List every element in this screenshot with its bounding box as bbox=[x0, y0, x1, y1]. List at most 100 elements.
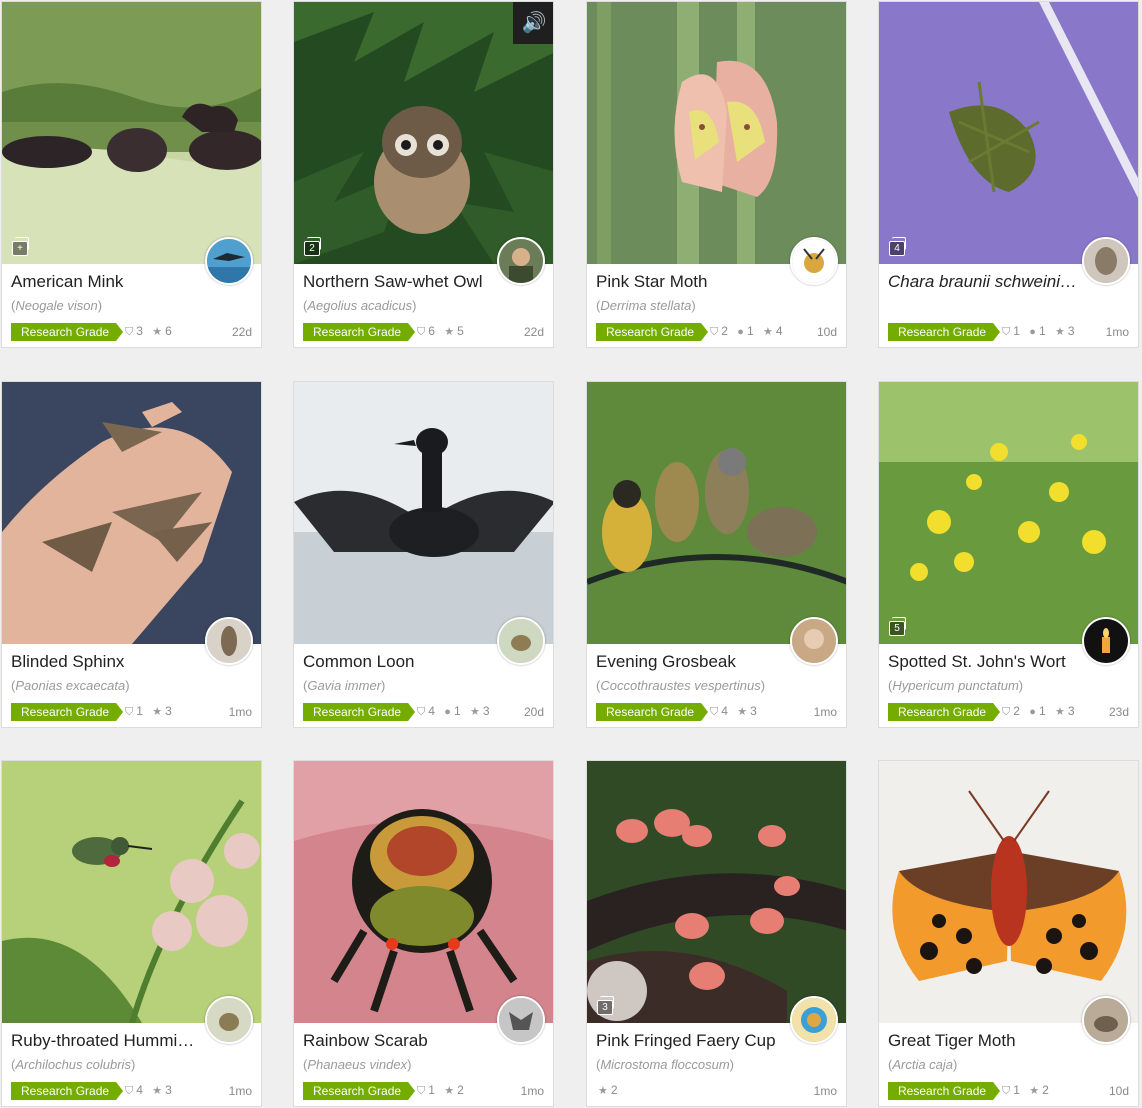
common-name[interactable]: Spotted St. John's Wort bbox=[888, 652, 1078, 672]
speech-bubble-icon: ● bbox=[1029, 326, 1036, 338]
observation-card[interactable]: 🔊 2 Northern Saw-whet Owl (Aegolius acad… bbox=[293, 1, 554, 348]
user-avatar[interactable] bbox=[205, 617, 253, 665]
shield-icon: ⛉ bbox=[1002, 1085, 1011, 1097]
fave-count: 4 bbox=[775, 324, 783, 338]
observation-age: 1mo bbox=[813, 1084, 837, 1098]
observation-photo[interactable]: 4 bbox=[879, 2, 1138, 264]
photo-count-badge: 2 bbox=[304, 237, 321, 256]
scientific-name: (Hypericum punctatum) bbox=[888, 678, 1024, 693]
observation-age: 1mo bbox=[520, 1084, 544, 1098]
user-avatar[interactable] bbox=[205, 996, 253, 1044]
speaker-icon[interactable]: 🔊 bbox=[513, 2, 553, 44]
common-name[interactable]: American Mink bbox=[11, 272, 201, 292]
id-count: 4 bbox=[428, 704, 435, 718]
common-name[interactable]: Blinded Sphinx bbox=[11, 652, 201, 672]
scientific-name: (Phanaeus vindex) bbox=[303, 1057, 412, 1072]
fave-count: 3 bbox=[1067, 324, 1075, 338]
id-count: 1 bbox=[1013, 324, 1020, 338]
observation-photo[interactable]: + bbox=[2, 2, 261, 264]
observation-photo[interactable] bbox=[2, 382, 261, 644]
observation-card[interactable]: 5 Spotted St. John's Wort (Hypericum pun… bbox=[878, 381, 1139, 728]
card-footer: Research Grade ⛉ 1 ★ 2 10d bbox=[888, 1080, 1129, 1102]
star-icon: ★ bbox=[152, 326, 163, 338]
observation-photo[interactable]: 3 bbox=[587, 761, 846, 1023]
observation-card[interactable]: Pink Star Moth (Derrima stellata) Resear… bbox=[586, 1, 847, 348]
fave-count: 6 bbox=[165, 324, 172, 338]
observation-card[interactable]: 4 Chara braunii schweinit… Research Grad… bbox=[878, 1, 1139, 348]
user-avatar[interactable] bbox=[205, 237, 253, 285]
observation-card[interactable]: Great Tiger Moth (Arctia caja) Research … bbox=[878, 760, 1139, 1107]
user-avatar[interactable] bbox=[497, 237, 545, 285]
observation-age: 23d bbox=[1108, 705, 1129, 719]
observation-card[interactable]: Common Loon (Gavia immer) Research Grade… bbox=[293, 381, 554, 728]
card-footer: Research Grade ⛉ 6 ★ 5 22d bbox=[303, 321, 544, 343]
id-count: 1 bbox=[1013, 1083, 1020, 1097]
stats: ⛉ 2 ● 1 ★ 4 bbox=[704, 324, 783, 339]
user-avatar[interactable] bbox=[497, 996, 545, 1044]
user-avatar[interactable] bbox=[1082, 617, 1130, 665]
common-name[interactable]: Common Loon bbox=[303, 652, 493, 672]
observation-photo[interactable]: 5 bbox=[879, 382, 1138, 644]
user-avatar[interactable] bbox=[790, 996, 838, 1044]
stats: ⛉ 1 ★ 3 bbox=[119, 704, 172, 719]
common-name[interactable]: Chara braunii schweinit… bbox=[888, 272, 1078, 292]
observation-photo[interactable] bbox=[879, 761, 1138, 1023]
card-footer: Research Grade ⛉ 3 ★ 6 22d bbox=[11, 321, 252, 343]
fave-count: 2 bbox=[457, 1083, 464, 1097]
id-count: 2 bbox=[1013, 704, 1020, 718]
user-avatar[interactable] bbox=[1082, 237, 1130, 285]
card-footer: Research Grade ⛉ 1 ● 1 ★ 3 1mo bbox=[888, 321, 1129, 343]
observation-card[interactable]: Ruby-throated Hummin… (Archilochus colub… bbox=[1, 760, 262, 1107]
card-footer: ★ 2 1mo bbox=[596, 1080, 837, 1102]
scientific-name: (Neogale vison) bbox=[11, 298, 103, 313]
observation-photo[interactable] bbox=[587, 2, 846, 264]
stats: ⛉ 6 ★ 5 bbox=[411, 324, 464, 339]
fave-count: 2 bbox=[1042, 1083, 1049, 1097]
shield-icon: ⛉ bbox=[417, 1085, 426, 1097]
observation-age: 1mo bbox=[1105, 325, 1129, 339]
scientific-name: (Arctia caja) bbox=[888, 1057, 958, 1072]
id-count: 4 bbox=[136, 1083, 143, 1097]
common-name[interactable]: Ruby-throated Hummin… bbox=[11, 1031, 201, 1051]
card-footer: Research Grade ⛉ 4 ★ 3 1mo bbox=[11, 1080, 252, 1102]
shield-icon: ⛉ bbox=[710, 326, 719, 338]
common-name[interactable]: Rainbow Scarab bbox=[303, 1031, 493, 1051]
user-avatar[interactable] bbox=[790, 617, 838, 665]
star-icon: ★ bbox=[762, 326, 773, 338]
observation-card[interactable]: Evening Grosbeak (Coccothraustes vespert… bbox=[586, 381, 847, 728]
common-name[interactable]: Pink Star Moth bbox=[596, 272, 786, 292]
observation-card[interactable]: + American Mink (Neogale vison) Research… bbox=[1, 1, 262, 348]
observation-age: 10d bbox=[1108, 1084, 1129, 1098]
user-avatar[interactable] bbox=[497, 617, 545, 665]
research-grade-badge: Research Grade bbox=[888, 703, 1000, 721]
shield-icon: ⛉ bbox=[125, 1085, 134, 1097]
fave-count: 5 bbox=[457, 324, 464, 338]
common-name[interactable]: Pink Fringed Faery Cup bbox=[596, 1031, 786, 1051]
common-name[interactable]: Great Tiger Moth bbox=[888, 1031, 1078, 1051]
scientific-name: (Aegolius acadicus) bbox=[303, 298, 417, 313]
observation-age: 10d bbox=[816, 325, 837, 339]
common-name[interactable]: Evening Grosbeak bbox=[596, 652, 786, 672]
observation-card[interactable]: 3 Pink Fringed Faery Cup (Microstoma flo… bbox=[586, 760, 847, 1107]
id-count: 3 bbox=[136, 324, 143, 338]
scientific-name: (Gavia immer) bbox=[303, 678, 386, 693]
photo-count-badge: 5 bbox=[889, 617, 906, 636]
research-grade-badge: Research Grade bbox=[303, 1082, 415, 1100]
common-name[interactable]: Northern Saw-whet Owl bbox=[303, 272, 493, 292]
observation-card[interactable]: Blinded Sphinx (Paonias excaecata) Resea… bbox=[1, 381, 262, 728]
shield-icon: ⛉ bbox=[125, 326, 134, 338]
user-avatar[interactable] bbox=[1082, 996, 1130, 1044]
id-count: 1 bbox=[136, 704, 143, 718]
fave-count: 3 bbox=[165, 704, 172, 718]
observation-photo[interactable]: 🔊 2 bbox=[294, 2, 553, 264]
user-avatar[interactable] bbox=[790, 237, 838, 285]
observation-photo[interactable] bbox=[294, 761, 553, 1023]
observation-photo[interactable] bbox=[587, 382, 846, 644]
card-footer: Research Grade ⛉ 4 ★ 3 1mo bbox=[596, 701, 837, 723]
fave-count: 3 bbox=[165, 1083, 172, 1097]
observation-photo[interactable] bbox=[294, 382, 553, 644]
speech-bubble-icon: ● bbox=[444, 706, 451, 718]
observation-photo[interactable] bbox=[2, 761, 261, 1023]
id-count: 1 bbox=[428, 1083, 435, 1097]
observation-card[interactable]: Rainbow Scarab (Phanaeus vindex) Researc… bbox=[293, 760, 554, 1107]
